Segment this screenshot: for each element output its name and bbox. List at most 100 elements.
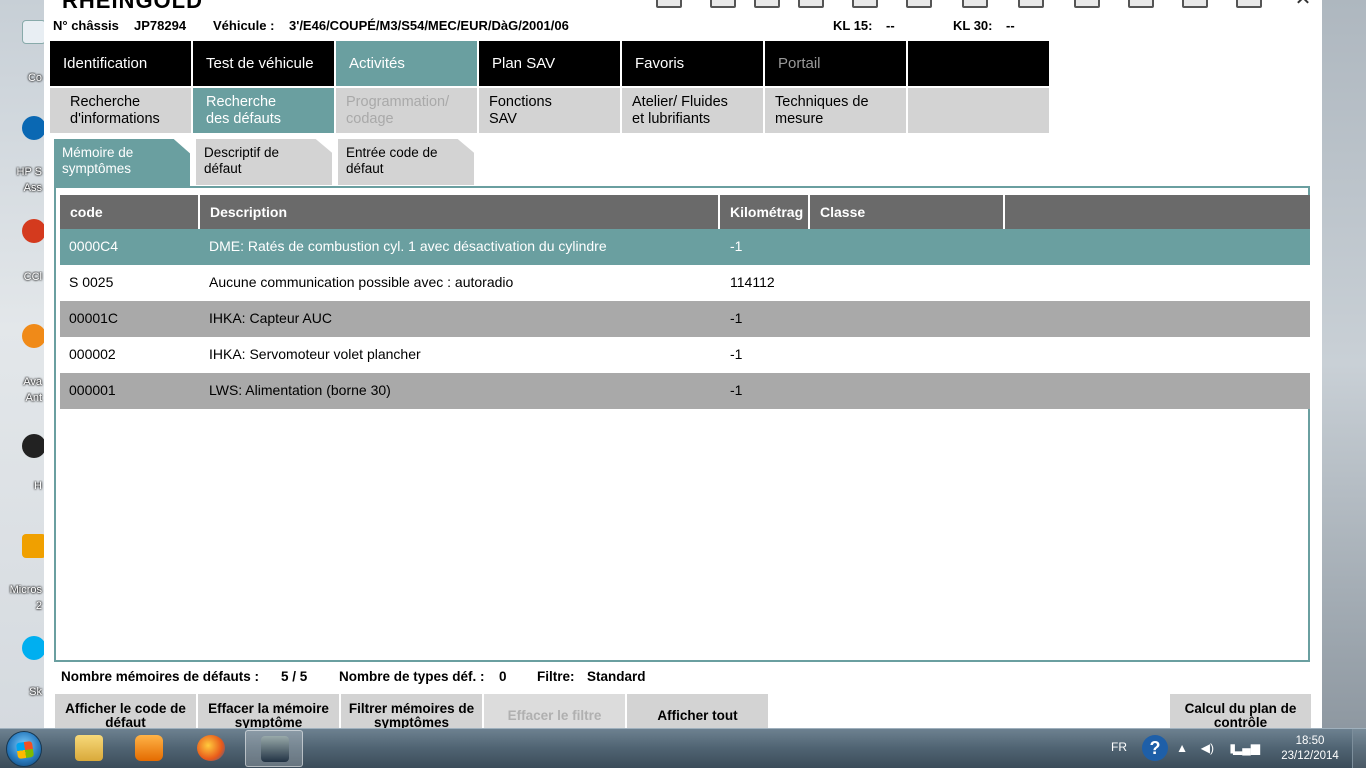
table-row[interactable]: 00001C IHKA: Capteur AUC -1 [60,301,1310,337]
tab-atelier-fluides[interactable]: Atelier/ Fluides et lubrifiants [622,88,763,133]
media-player-icon [135,735,163,761]
kl15-label: KL 15: [833,18,873,33]
language-indicator[interactable]: FR [1111,740,1127,754]
clear-symptom-memory-button[interactable]: Effacer la mémoire symptôme [198,694,339,728]
refresh-icon[interactable] [906,0,932,8]
cell-km: -1 [730,310,743,326]
tab-plan-sav[interactable]: Plan SAV [479,41,620,86]
button-line: symptôme [234,715,303,729]
desktop-icon-skype[interactable]: Sk [0,632,46,702]
tab-line: Recherche [206,94,277,110]
desktop-icon-microsoft[interactable]: Micros 2 [0,530,46,620]
desktop-background-right [1322,0,1366,728]
desktop-icon-avast[interactable]: Ava Ant [0,320,46,410]
column-header-kilometrage[interactable]: Kilométrag [720,195,810,229]
home-icon[interactable] [656,0,682,8]
windows-logo-icon [15,740,35,760]
app-title: RHEINGOLD [62,0,203,13]
tab-techniques-mesure[interactable]: Techniques de mesure [765,88,906,133]
taskbar-firefox[interactable] [182,730,240,767]
tab-line: défaut [204,161,242,176]
filter-symptom-memory-button[interactable]: Filtrer mémoires de symptômes [341,694,482,728]
cell-description: IHKA: Capteur AUC [209,310,332,326]
tab-recherche-informations[interactable]: Recherche d'informations [50,88,191,133]
network-icon[interactable]: ▂▄▆ [1233,741,1260,755]
column-header-description[interactable]: Description [200,195,720,229]
cell-code: 00001C [69,310,119,326]
desktop-icon-label: Ava [23,376,42,388]
tab-line: Entrée code de [346,145,438,160]
table-row[interactable]: 0000C4 DME: Ratés de combustion cyl. 1 a… [60,229,1310,265]
kl30-value: -- [1006,18,1015,33]
cell-description: IHKA: Servomoteur volet plancher [209,346,421,362]
explorer-icon [75,735,103,761]
taskbar-media-player[interactable] [120,730,178,767]
close-icon[interactable]: ✕ [1290,0,1316,10]
desktop-icon-ccleaner[interactable]: CCl [0,215,46,285]
tab-line: et lubrifiants [632,111,711,127]
tab-favoris[interactable]: Favoris [622,41,763,86]
help-icon[interactable]: ? [1142,735,1168,761]
button-line: Effacer le filtre [507,708,602,723]
tab-entree-code-defaut[interactable]: Entrée code de défaut [338,139,474,185]
tab-line: des défauts [206,111,281,127]
show-desktop-button[interactable] [1352,729,1366,768]
tab-programmation-codage[interactable]: Programmation/ codage [336,88,477,133]
tab-portail[interactable]: Portail [765,41,906,86]
volume-icon[interactable]: ◀) [1201,741,1214,755]
cell-km: -1 [730,382,743,398]
desktop-icon-hp[interactable]: H [0,430,46,500]
table-row[interactable]: S 0025 Aucune communication possible ave… [60,265,1310,301]
window-icon[interactable] [1018,0,1044,8]
desktop-icon-hp-support[interactable]: HP S Ass [0,110,46,200]
filter-value: Standard [587,669,646,684]
show-hidden-icons[interactable]: ▲ [1176,741,1188,755]
show-all-button[interactable]: Afficher tout [627,694,768,728]
copy-icon[interactable] [754,0,780,8]
tab-line: Fonctions [489,94,552,110]
vehicle-info-bar: N° châssis JP78294 Véhicule : 3'/E46/COU… [44,14,1322,40]
vehicle-value: 3'/E46/COUPÉ/M3/S54/MEC/EUR/DàG/2001/06 [289,18,569,33]
clear-filter-button[interactable]: Effacer le filtre [484,694,625,728]
print-icon[interactable] [1074,0,1100,8]
back-icon[interactable] [710,0,736,8]
tab-identification[interactable]: Identification [50,41,191,86]
calculate-test-plan-button[interactable]: Calcul du plan de contrôle [1170,694,1311,728]
column-header-code[interactable]: code [60,195,200,229]
forward-icon[interactable] [798,0,824,8]
minimize-icon[interactable] [1128,0,1154,8]
clock[interactable]: 18:50 23/12/2014 [1280,734,1340,764]
taskbar-ista-app[interactable] [245,730,303,767]
cell-code: 000002 [69,346,116,362]
types-label: Nombre de types déf. : [339,669,485,684]
tab-descriptif-defaut[interactable]: Descriptif de défaut [196,139,332,185]
tab-activites[interactable]: Activités [336,41,477,86]
graph-icon[interactable] [962,0,988,8]
tab-line: défaut [346,161,384,176]
cell-description: Aucune communication possible avec : aut… [209,274,514,290]
table-row[interactable]: 000002 IHKA: Servomoteur volet plancher … [60,337,1310,373]
download-icon[interactable] [1236,0,1262,8]
column-header-classe[interactable]: Classe [810,195,1005,229]
tab-memoire-symptomes[interactable]: Mémoire de symptômes [54,139,190,187]
start-button[interactable] [6,731,42,767]
table-row[interactable]: 000001 LWS: Alimentation (borne 30) -1 [60,373,1310,409]
tool-icon[interactable] [852,0,878,8]
help-icon[interactable] [1182,0,1208,8]
show-fault-code-button[interactable]: Afficher le code de défaut [55,694,196,728]
tab-line: codage [346,111,394,127]
cell-km: 114112 [730,274,775,290]
tab-recherche-defauts[interactable]: Recherche des défauts [193,88,334,133]
taskbar-explorer[interactable] [60,730,118,767]
tab-line: mesure [775,111,824,127]
computer-icon [22,20,46,44]
column-header-empty [1005,195,1310,229]
firefox-icon [197,735,225,761]
desktop-icon-label: HP S [16,166,42,178]
chassis-label: N° châssis [53,18,119,33]
desktop-icon-computer[interactable]: Co [0,8,46,84]
tab-test-vehicule[interactable]: Test de véhicule [193,41,334,86]
taskbar: FR ? ▲ ◀) ▮ ▂▄▆ 18:50 23/12/2014 [0,728,1366,768]
tab-fonctions-sav[interactable]: Fonctions SAV [479,88,620,133]
ccleaner-icon [22,219,46,243]
